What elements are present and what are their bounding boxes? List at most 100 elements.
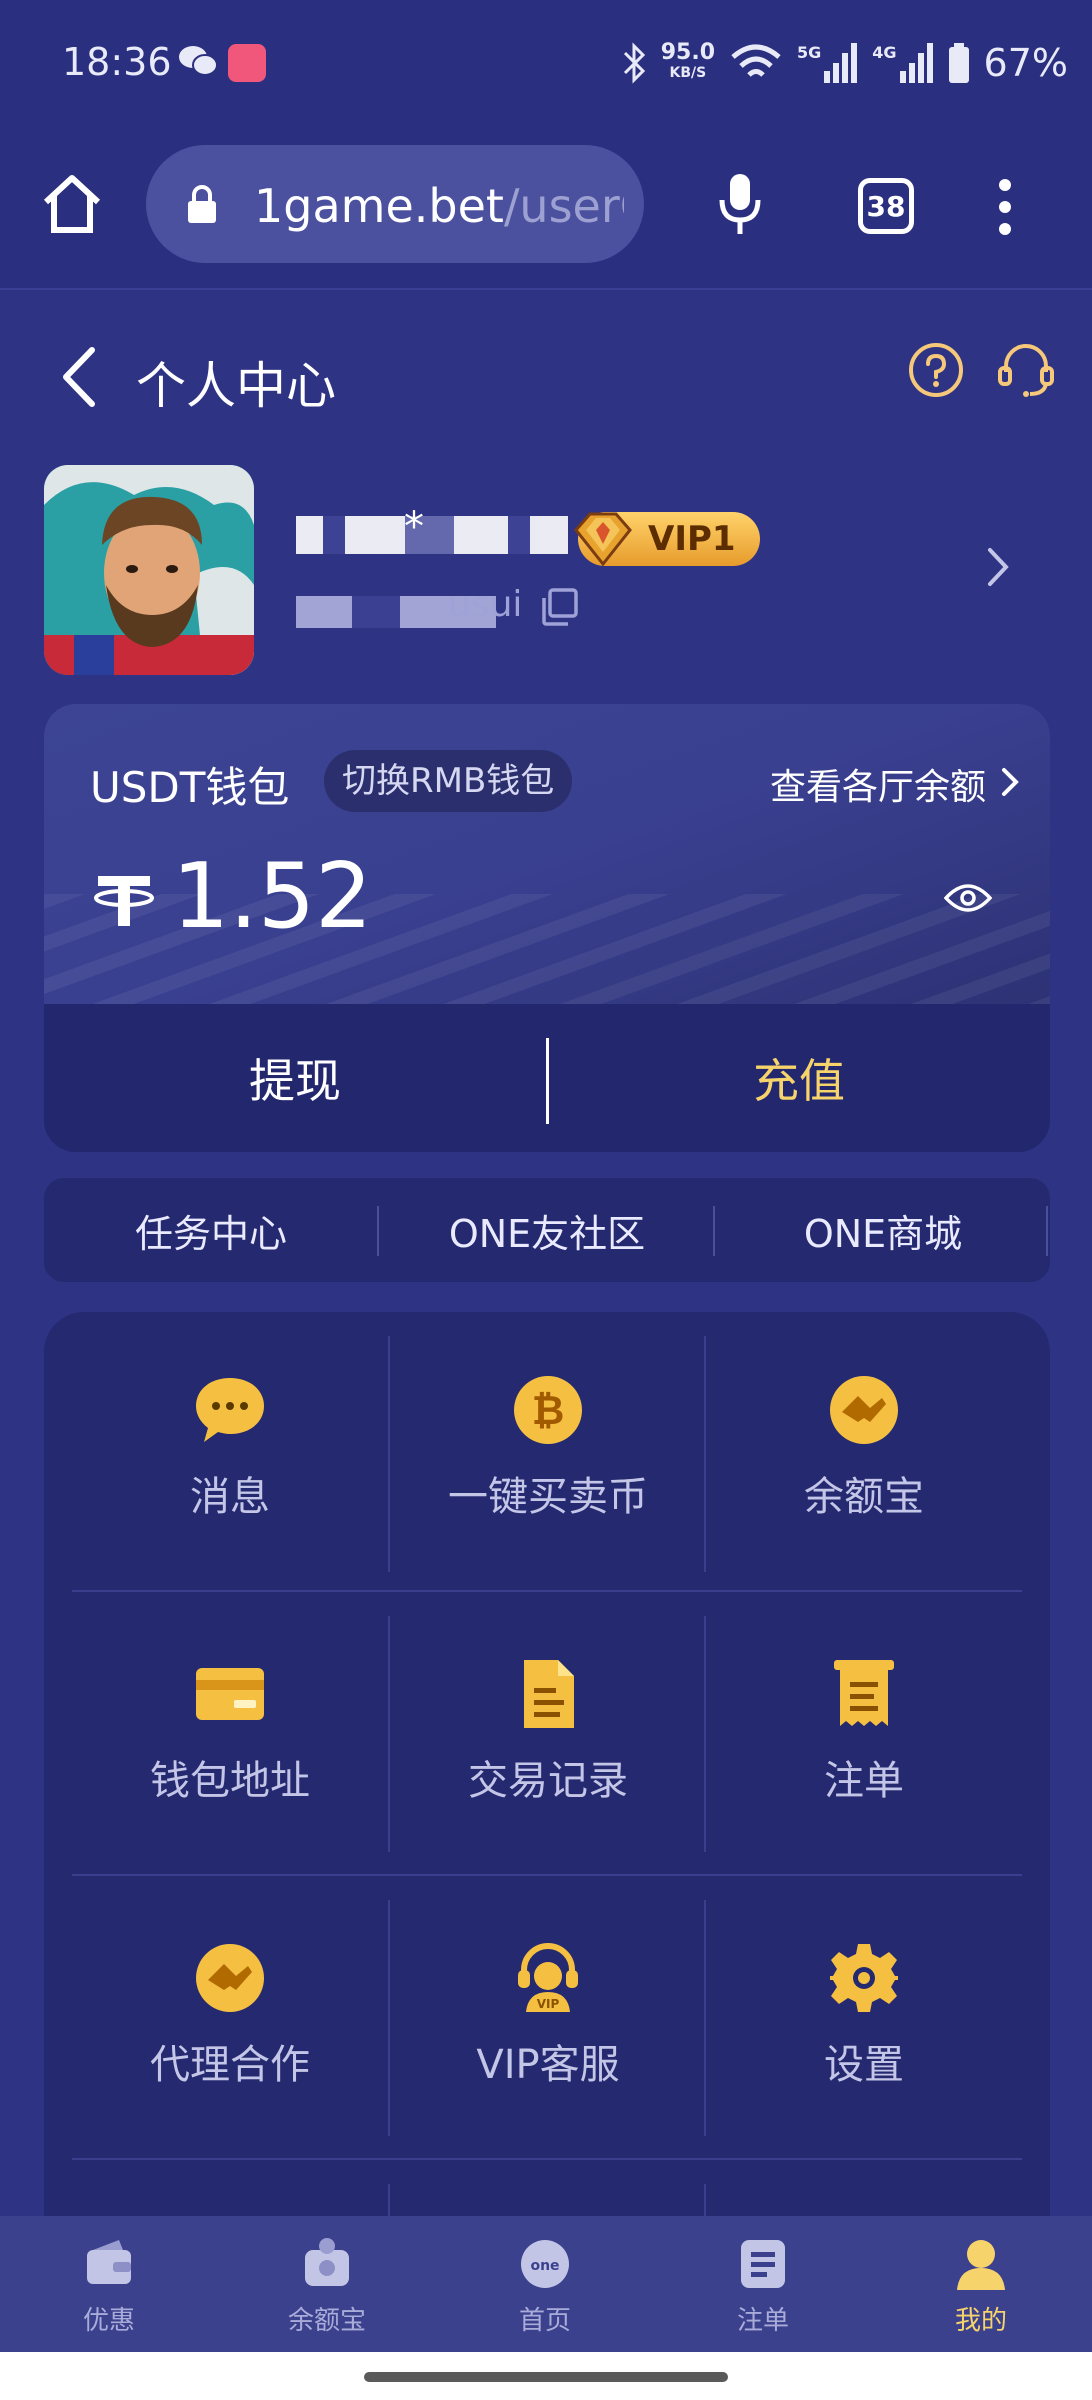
switch-wallet-button[interactable]: 切换RMB钱包 xyxy=(324,750,573,812)
status-time: 18:36 xyxy=(62,40,172,84)
list-icon xyxy=(741,2240,785,2288)
signal-4g: 4G xyxy=(872,43,933,83)
grid-item-wallet-address[interactable]: 钱包地址 xyxy=(72,1596,388,1866)
avatar[interactable] xyxy=(44,465,254,675)
svg-text:₿: ₿ xyxy=(532,1388,565,1434)
view-balances-link[interactable]: 查看各厅余额 xyxy=(770,758,986,810)
app-notification-icon xyxy=(228,44,266,82)
nav-item-promotions[interactable]: 优惠 xyxy=(0,2216,218,2352)
wallet-label: USDT钱包 xyxy=(90,763,290,812)
nav-label: 余额宝 xyxy=(287,2306,366,2336)
document-icon xyxy=(524,1660,574,1728)
username: * xyxy=(404,504,424,550)
gesture-bar[interactable] xyxy=(364,2372,728,2382)
back-arrow-icon[interactable] xyxy=(58,346,98,408)
battery-level: 67% xyxy=(983,41,1068,85)
status-bar: 18:36 95.0 KB/S 5G 4G 67% xyxy=(0,0,1092,130)
grid-item-buy-sell-coin[interactable]: ₿ 一键买卖币 xyxy=(390,1312,706,1582)
quick-link-task-center[interactable]: 任务中心 xyxy=(44,1178,378,1282)
grid-label: 一键买卖币 xyxy=(448,1474,648,1520)
grid-item-settings[interactable]: 设置 xyxy=(706,1880,1022,2150)
url-text: 1game.bet/userC xyxy=(254,179,624,233)
uid-text: usui xyxy=(448,584,523,625)
wifi-icon xyxy=(731,44,781,77)
username-blurred xyxy=(296,516,568,554)
grid-item-agent-partnership[interactable]: 代理合作 xyxy=(72,1880,388,2150)
grid-label: 交易记录 xyxy=(468,1758,628,1804)
wallet-card: USDT钱包 切换RMB钱包 查看各厅余额 1.52 提现 充值 xyxy=(44,704,1050,1152)
customer-support-icon[interactable] xyxy=(996,340,1056,400)
divider xyxy=(377,1206,379,1256)
card-icon xyxy=(196,1668,264,1720)
copy-icon[interactable] xyxy=(538,586,580,628)
nav-item-yuebao[interactable]: 余额宝 xyxy=(218,2216,436,2352)
bottom-navigation: 优惠 余额宝 one 首页 注单 我的 xyxy=(0,2216,1092,2352)
gesture-area xyxy=(0,2352,1092,2400)
eye-icon[interactable] xyxy=(944,882,992,914)
lock-icon xyxy=(188,185,216,223)
withdraw-button[interactable]: 提现 xyxy=(44,1004,546,1152)
nav-item-mine[interactable]: 我的 xyxy=(872,2216,1090,2352)
wallet-summary: USDT钱包 切换RMB钱包 查看各厅余额 1.52 xyxy=(44,704,1050,1004)
net-speed: 95.0 KB/S xyxy=(660,40,715,82)
nav-label: 注单 xyxy=(736,2306,789,2336)
svg-text:one: one xyxy=(530,2258,559,2274)
grid-item-messages[interactable]: 消息 xyxy=(72,1312,388,1582)
nav-label: 首页 xyxy=(518,2306,571,2336)
grid-label: 注单 xyxy=(824,1758,904,1804)
divider xyxy=(1046,1206,1048,1256)
battery-icon xyxy=(948,43,969,83)
deposit-button[interactable]: 充值 xyxy=(548,1004,1050,1152)
divider xyxy=(72,1590,1022,1592)
browser-toolbar: 1game.bet/userC 38 xyxy=(0,130,1092,290)
grid-label: VIP客服 xyxy=(476,2042,620,2088)
vip-diamond-icon xyxy=(574,512,632,567)
grid-label: 余额宝 xyxy=(804,1474,924,1520)
signal-bars-icon xyxy=(899,43,933,83)
grid-label: 设置 xyxy=(824,2042,904,2088)
tether-icon xyxy=(94,876,154,926)
vip-support-icon: VIP xyxy=(518,1943,578,2012)
more-menu-icon[interactable] xyxy=(998,178,1012,236)
handshake-icon xyxy=(196,1944,264,2012)
bitcoin-icon: ₿ xyxy=(514,1376,582,1444)
nav-label: 我的 xyxy=(954,2306,1007,2336)
grid-item-transaction-records[interactable]: 交易记录 xyxy=(390,1596,706,1866)
receipt-icon xyxy=(834,1660,894,1726)
chevron-right-icon[interactable] xyxy=(1000,766,1020,798)
svg-text:VIP: VIP xyxy=(537,1997,560,2011)
gear-icon xyxy=(830,1944,898,2012)
quick-links: 任务中心 ONE友社区 ONE商城 xyxy=(44,1178,1050,1282)
nav-item-home[interactable]: one 首页 xyxy=(436,2216,654,2352)
quick-link-mall[interactable]: ONE商城 xyxy=(716,1178,1050,1282)
nav-item-bet-slip[interactable]: 注单 xyxy=(654,2216,872,2352)
divider xyxy=(72,1874,1022,1876)
divider xyxy=(72,2158,1022,2160)
signal-5g: 5G xyxy=(797,43,858,83)
grid-label: 钱包地址 xyxy=(150,1758,310,1804)
quick-link-community[interactable]: ONE友社区 xyxy=(380,1178,714,1282)
divider xyxy=(713,1206,715,1256)
microphone-icon[interactable] xyxy=(716,172,764,236)
grid-item-vip-support[interactable]: VIP VIP客服 xyxy=(390,1880,706,2150)
wechat-icon xyxy=(179,46,218,76)
grid-item-bet-slip[interactable]: 注单 xyxy=(706,1596,1022,1866)
chevron-right-icon[interactable] xyxy=(984,544,1012,590)
vip-badge[interactable]: VIP1 xyxy=(574,512,760,567)
grid-label: 代理合作 xyxy=(150,2042,310,2088)
home-icon[interactable] xyxy=(40,172,104,236)
url-bar[interactable]: 1game.bet/userC xyxy=(146,145,644,263)
balance-amount: 1.52 xyxy=(172,844,373,949)
piggy-icon xyxy=(305,2238,349,2286)
one-logo-icon: one xyxy=(521,2240,569,2288)
help-icon[interactable] xyxy=(908,342,964,398)
nav-label: 优惠 xyxy=(82,2306,135,2336)
avatar-image xyxy=(44,465,254,675)
bluetooth-icon xyxy=(623,42,645,84)
tabs-count-button[interactable]: 38 xyxy=(858,178,914,234)
handshake-icon xyxy=(830,1376,898,1444)
user-icon xyxy=(957,2240,1005,2290)
page-title: 个人中心 xyxy=(136,357,336,415)
status-indicators: 95.0 KB/S 5G 4G 67% xyxy=(621,38,1068,88)
grid-item-yuebao[interactable]: 余额宝 xyxy=(706,1312,1022,1582)
